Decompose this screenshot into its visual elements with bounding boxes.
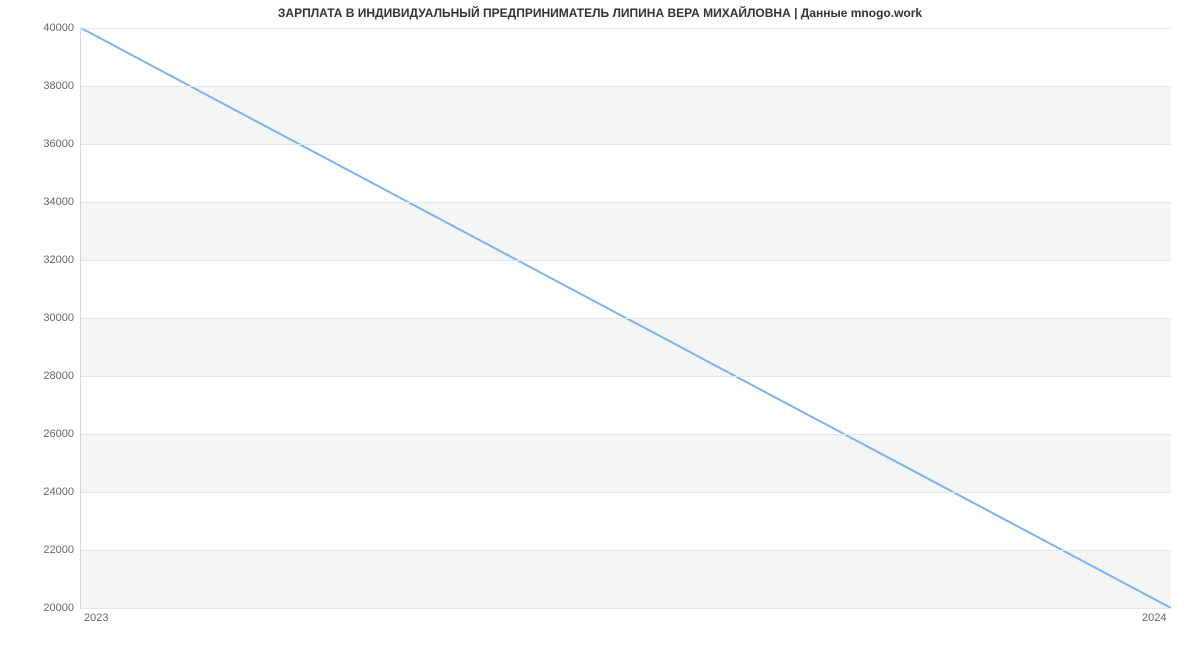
y-tick-label: 32000 (24, 254, 74, 266)
y-tick-label: 26000 (24, 428, 74, 440)
gridline (81, 492, 1171, 493)
y-tick-label: 38000 (24, 80, 74, 92)
salary-line-chart: ЗАРПЛАТА В ИНДИВИДУАЛЬНЫЙ ПРЕДПРИНИМАТЕЛ… (0, 0, 1200, 650)
y-tick-label: 30000 (24, 312, 74, 324)
x-tick-label: 2023 (84, 612, 108, 624)
y-tick-label: 36000 (24, 138, 74, 150)
y-tick-label: 20000 (24, 602, 74, 614)
gridline (81, 608, 1171, 609)
gridline (81, 550, 1171, 551)
x-tick-label: 2024 (1142, 612, 1166, 624)
gridline (81, 260, 1171, 261)
gridline (81, 202, 1171, 203)
gridline (81, 144, 1171, 145)
gridline (81, 376, 1171, 377)
y-tick-label: 34000 (24, 196, 74, 208)
y-tick-label: 40000 (24, 22, 74, 34)
plot-area (80, 28, 1171, 609)
y-tick-label: 24000 (24, 486, 74, 498)
y-tick-label: 22000 (24, 544, 74, 556)
gridline (81, 434, 1171, 435)
y-tick-label: 28000 (24, 370, 74, 382)
gridline (81, 318, 1171, 319)
gridline (81, 28, 1171, 29)
chart-title: ЗАРПЛАТА В ИНДИВИДУАЛЬНЫЙ ПРЕДПРИНИМАТЕЛ… (0, 6, 1200, 20)
gridline (81, 86, 1171, 87)
